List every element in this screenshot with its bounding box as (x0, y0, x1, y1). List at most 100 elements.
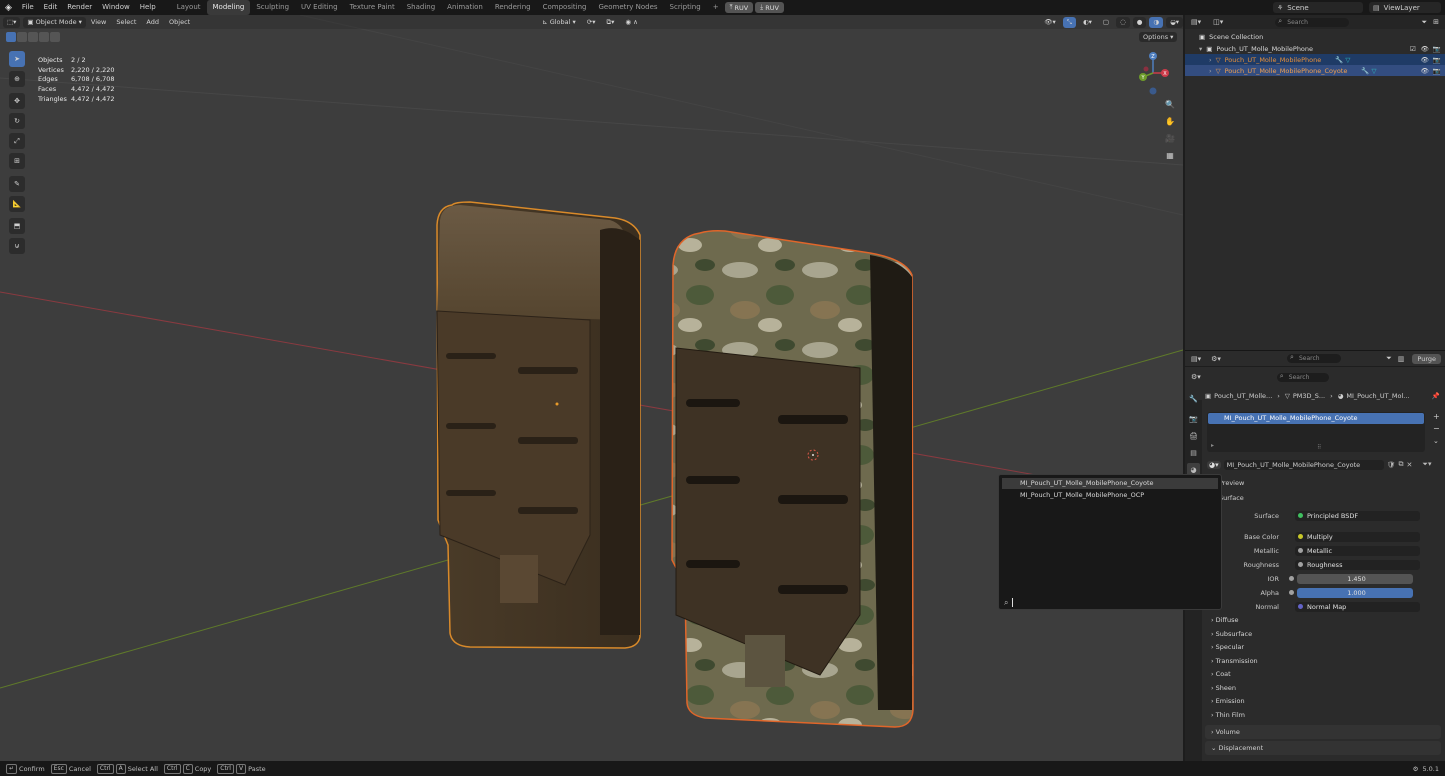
render-tab-icon[interactable]: 📷 (1187, 412, 1200, 425)
subpanel-coat[interactable]: › Coat (1211, 670, 1231, 678)
display-mode-icon[interactable]: ⚙▾ (1211, 355, 1221, 363)
orphan-icon[interactable]: ▥ (1398, 355, 1405, 363)
blender-logo-icon[interactable]: ◈ (0, 3, 17, 13)
select-intersect-icon[interactable] (50, 32, 60, 42)
display-mode-icon[interactable]: ◫▾ (1213, 18, 1223, 26)
subpanel-transmission[interactable]: › Transmission (1211, 657, 1258, 665)
3d-viewport[interactable]: ⬚▾ ▣ Object Mode ▾ View Select Add Objec… (0, 15, 1183, 761)
xray-toggle-icon[interactable]: ▢ (1099, 17, 1113, 28)
purge-button[interactable]: Purge (1412, 353, 1441, 364)
camera-icon[interactable]: 📷 (1433, 56, 1441, 64)
snap-icon[interactable]: ⧉▾ (603, 17, 619, 28)
eye-icon[interactable]: 👁 (1421, 56, 1429, 64)
metallic-field[interactable]: Metallic (1295, 545, 1420, 556)
visibility-icon[interactable]: 👁▾ (1040, 17, 1060, 28)
gizmo-toggle-icon[interactable]: ⤡ (1062, 16, 1076, 28)
breadcrumb-material[interactable]: MI_Pouch_UT_Mol... (1346, 392, 1409, 400)
measure-tool[interactable]: 📐 (9, 196, 25, 212)
fake-user-icon[interactable]: 🛡 (1387, 461, 1396, 469)
subpanel-specular[interactable]: › Specular (1211, 643, 1244, 651)
displacement-panel-header[interactable]: ⌄ Displacement (1205, 741, 1441, 755)
file-search-input[interactable]: Search (1286, 353, 1341, 363)
remove-slot-icon[interactable]: − (1433, 424, 1440, 433)
zoom-icon[interactable]: 🔍 (1163, 97, 1177, 111)
volume-panel-header[interactable]: › Volume (1205, 725, 1441, 739)
expand-icon[interactable]: ▸ (1211, 442, 1214, 449)
filter-icon[interactable]: ⏷ (1386, 354, 1392, 363)
dropdown-item-coyote[interactable]: MI_Pouch_UT_Molle_MobilePhone_Coyote (1002, 478, 1218, 489)
base-color-field[interactable]: Multiply (1295, 531, 1420, 542)
proportional-edit-icon[interactable]: ◉ ∧ (621, 17, 642, 28)
outliner-item-collection[interactable]: ▾ ▣ Pouch_UT_Molle_MobilePhone ☑ 👁 📷 (1185, 43, 1445, 54)
camera-view-icon[interactable]: 🎥 (1163, 131, 1177, 145)
material-browse-icon[interactable]: ◕▾ (1207, 460, 1221, 469)
shading-material-icon[interactable]: ◑ (1149, 16, 1164, 28)
filter-icon[interactable]: ⏷ (1422, 18, 1428, 27)
roughness-field[interactable]: Roughness (1295, 559, 1420, 570)
breadcrumb-object[interactable]: Pouch_UT_Molle... (1214, 392, 1272, 400)
editor-type-icon[interactable]: ⚙▾ (1191, 373, 1201, 381)
editor-type-button[interactable]: ⬚▾ (3, 16, 21, 28)
dropdown-item-ocp[interactable]: MI_Pouch_UT_Molle_MobilePhone_OCP (1002, 490, 1218, 501)
shading-rendered-icon[interactable]: ◒▾ (1166, 16, 1183, 28)
subpanel-emission[interactable]: › Emission (1211, 697, 1245, 705)
rotate-tool[interactable]: ↻ (9, 113, 25, 129)
editor-type-icon[interactable]: ▤▾ (1191, 355, 1201, 363)
mode-selector[interactable]: ▣ Object Mode ▾ (23, 16, 86, 28)
menu-file[interactable]: File (17, 0, 39, 15)
eye-icon[interactable]: 👁 (1421, 45, 1429, 53)
surface-shader-field[interactable]: Principled BSDF (1295, 510, 1420, 521)
menu-help[interactable]: Help (135, 0, 161, 15)
select-subtract-icon[interactable] (28, 32, 38, 42)
workspace-tab-layout[interactable]: Layout (171, 0, 207, 15)
cursor-tool[interactable]: ⊕ (9, 71, 25, 87)
ruv-button-2[interactable]: ⤓ RUV (755, 2, 784, 13)
pin-icon[interactable]: 📌 (1432, 392, 1440, 400)
workspace-tab-shading[interactable]: Shading (401, 0, 441, 15)
perspective-grid-icon[interactable]: ▦ (1163, 148, 1177, 162)
add-cube-tool[interactable]: ⬒ (9, 218, 25, 234)
list-resize-handle-icon[interactable]: ⠿ (1317, 444, 1321, 451)
new-collection-icon[interactable]: ⊞ (1433, 18, 1439, 26)
outliner-item-mobilephone-coyote[interactable]: › ▽ Pouch_UT_Molle_MobilePhone_Coyote 🔧 … (1185, 65, 1445, 76)
workspace-tab-animation[interactable]: Animation (441, 0, 489, 15)
scene-selector[interactable]: ⚘ Scene (1273, 2, 1363, 13)
browse-filter-icon[interactable]: ⏷▾ (1422, 460, 1431, 469)
scene-collection-row[interactable]: ▣ Scene Collection (1185, 31, 1445, 42)
ior-field[interactable]: 1.450 (1297, 573, 1413, 584)
duplicate-icon[interactable]: ⧉ (1399, 460, 1404, 469)
slot-menu-icon[interactable]: ⌄ (1433, 437, 1439, 445)
surface-panel-header[interactable]: Surface (1219, 494, 1244, 502)
material-slot-item[interactable]: MI_Pouch_UT_Molle_MobilePhone_Coyote (1208, 413, 1424, 424)
outliner-search-input[interactable]: Search (1275, 17, 1350, 27)
transform-tool[interactable]: ⊞ (9, 153, 25, 169)
annotate-tool[interactable]: ✎ (9, 176, 25, 192)
alpha-field[interactable]: 1.000 (1297, 587, 1413, 598)
camera-icon[interactable]: 📷 (1433, 45, 1441, 53)
menu-select[interactable]: Select (111, 18, 141, 26)
add-workspace-button[interactable]: + (707, 0, 725, 15)
workspace-tab-uv-editing[interactable]: UV Editing (295, 0, 344, 15)
preview-panel-header[interactable]: Preview (1219, 479, 1244, 487)
workspace-tab-geometry-nodes[interactable]: Geometry Nodes (593, 0, 664, 15)
normal-field[interactable]: Normal Map (1295, 601, 1420, 612)
outliner-item-mobilephone[interactable]: › ▽ Pouch_UT_Molle_MobilePhone 🔧 ▽ 👁 📷 (1185, 54, 1445, 65)
breadcrumb-mesh[interactable]: PM3D_S... (1293, 392, 1325, 400)
workspace-tab-compositing[interactable]: Compositing (537, 0, 593, 15)
menu-edit[interactable]: Edit (39, 0, 63, 15)
add-slot-icon[interactable]: + (1433, 412, 1440, 421)
ruv-button-1[interactable]: ⤒ RUV (724, 2, 754, 13)
tool-tab-icon[interactable]: 🔧 (1187, 392, 1200, 405)
select-invert-icon[interactable] (39, 32, 49, 42)
menu-window[interactable]: Window (97, 0, 135, 15)
workspace-tab-texture-paint[interactable]: Texture Paint (344, 0, 401, 15)
eye-icon[interactable]: 👁 (1421, 67, 1429, 75)
select-extend-icon[interactable] (17, 32, 27, 42)
unlink-icon[interactable]: ✕ (1407, 461, 1413, 469)
pan-hand-icon[interactable]: ✋ (1163, 114, 1177, 128)
workspace-tab-rendering[interactable]: Rendering (489, 0, 537, 15)
subpanel-diffuse[interactable]: › Diffuse (1211, 616, 1238, 624)
pivot-icon[interactable]: ⟳▾ (583, 17, 600, 28)
transform-orientation-selector[interactable]: ⊾ Global ▾ (538, 17, 580, 28)
shading-solid-icon[interactable]: ● (1132, 16, 1147, 28)
